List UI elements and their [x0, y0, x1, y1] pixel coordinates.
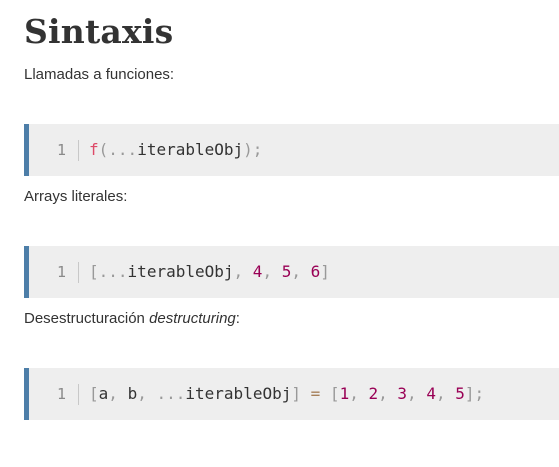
- code-token-punc: ,: [378, 384, 388, 403]
- section-intro-array-literals: Arrays literales:: [24, 188, 128, 205]
- code-token-punc: ...: [98, 262, 128, 281]
- section-intro-destructuring: Desestructuración destructuring:: [24, 310, 240, 327]
- gutter-divider: [78, 140, 79, 161]
- code-token-fn: f: [89, 140, 99, 159]
- intro-tail: :: [235, 310, 240, 327]
- code-block-array-literals: 1 [...iterableObj, 4, 5, 6]: [24, 246, 559, 298]
- code-token-punc: [: [329, 384, 340, 403]
- code-token-punc: [: [89, 384, 99, 403]
- code-token-punc: ...: [156, 384, 186, 403]
- code-token-punc: ,: [262, 262, 273, 281]
- code-token-num: 3: [397, 384, 408, 403]
- gutter-divider: [78, 262, 79, 283]
- line-number: 1: [57, 385, 67, 403]
- code-token-punc: ): [243, 140, 253, 159]
- code-token-punc: ,: [291, 262, 301, 281]
- page-title: Sintaxis: [24, 12, 174, 51]
- code-line: [...iterableObj, 4, 5, 6]: [89, 246, 330, 298]
- code-token-punc: (: [98, 140, 109, 159]
- code-token-punc: ]: [320, 262, 330, 281]
- code-token-num: 4: [426, 384, 436, 403]
- code-token-punc: [: [89, 262, 99, 281]
- code-token-punc: ,: [349, 384, 359, 403]
- code-token-punc: ]: [464, 384, 475, 403]
- code-token-num: 5: [455, 384, 465, 403]
- code-token-plain: iterableObj: [185, 384, 292, 403]
- code-token-plain: b: [127, 384, 138, 403]
- code-token-punc: ;: [474, 384, 485, 403]
- intro-text: Desestructuración: [24, 310, 150, 327]
- code-line: f(...iterableObj);: [89, 124, 262, 176]
- code-token-punc: ,: [233, 262, 244, 281]
- code-block-function-calls: 1 f(...iterableObj);: [24, 124, 559, 176]
- code-token-num: 1: [339, 384, 350, 403]
- code-token-punc: ,: [407, 384, 417, 403]
- code-token-punc: ...: [108, 140, 138, 159]
- code-token-punc: ;: [252, 140, 263, 159]
- code-token-num: 5: [281, 262, 292, 281]
- code-token-punc: ]: [291, 384, 301, 403]
- code-token-op: =: [310, 384, 321, 403]
- code-token-num: 4: [252, 262, 263, 281]
- line-number: 1: [57, 141, 67, 159]
- gutter-divider: [78, 384, 79, 405]
- code-block-destructuring: 1 [a, b, ...iterableObj] = [1, 2, 3, 4, …: [24, 368, 559, 420]
- intro-emphasis: destructuring: [149, 310, 236, 327]
- code-token-punc: ,: [108, 384, 118, 403]
- code-token-plain: a: [98, 384, 109, 403]
- line-number: 1: [57, 263, 67, 281]
- code-token-num: 6: [310, 262, 321, 281]
- section-intro-function-calls: Llamadas a funciones:: [24, 66, 175, 83]
- code-token-plain: iterableObj: [127, 262, 234, 281]
- code-token-plain: iterableObj: [137, 140, 244, 159]
- code-token-punc: ,: [435, 384, 446, 403]
- code-token-num: 2: [368, 384, 379, 403]
- code-line: [a, b, ...iterableObj] = [1, 2, 3, 4, 5]…: [89, 368, 484, 420]
- code-token-punc: ,: [137, 384, 147, 403]
